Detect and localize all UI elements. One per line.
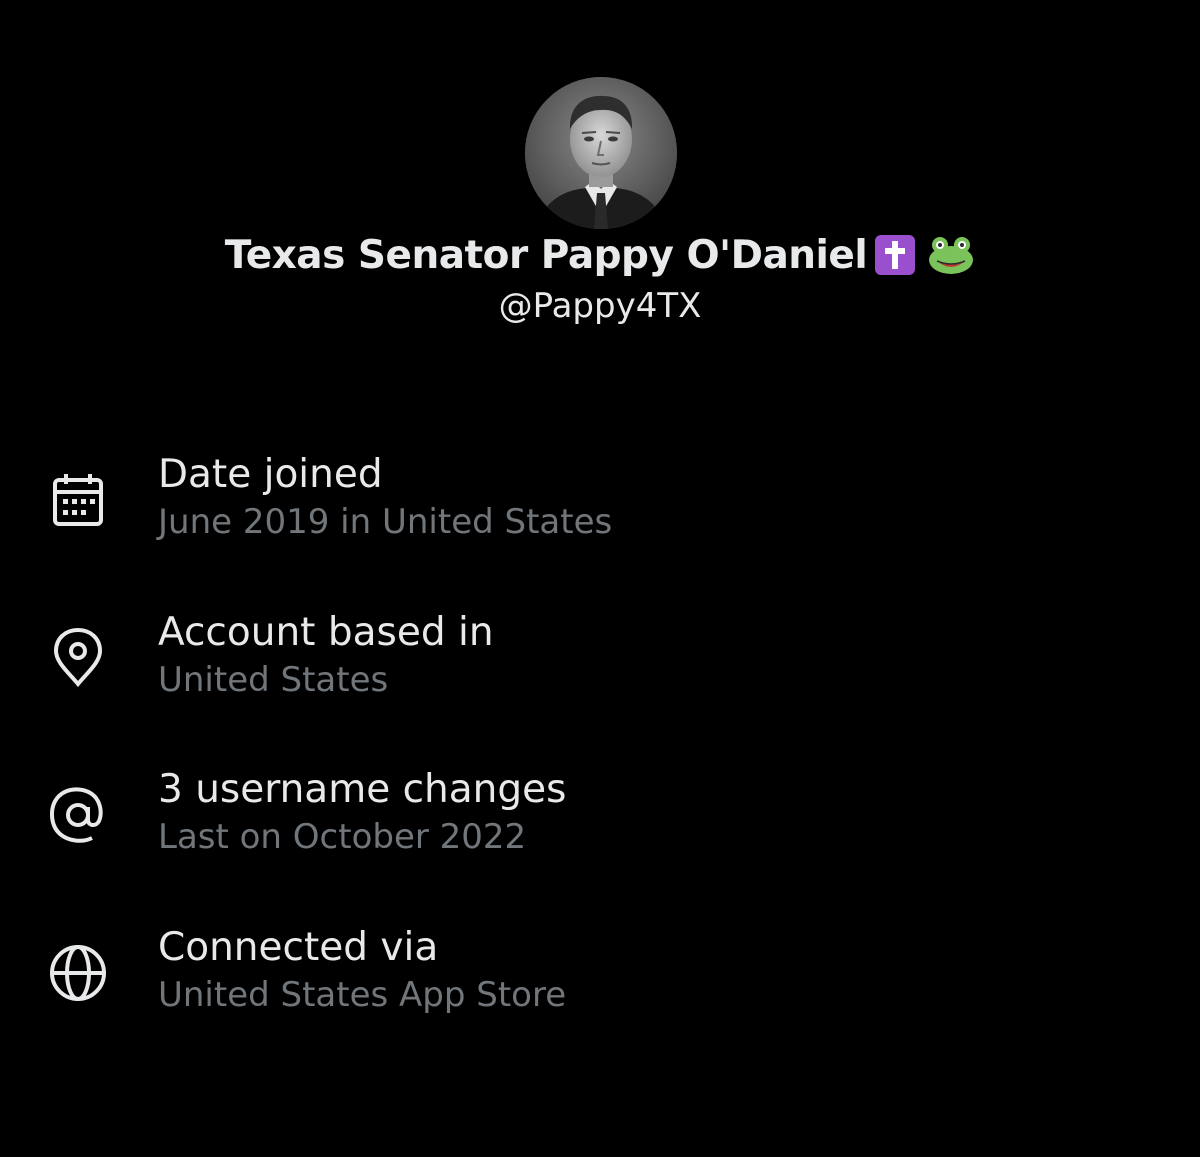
about-row-label: Account based in xyxy=(158,610,494,655)
at-sign-icon xyxy=(46,783,110,847)
calendar-icon xyxy=(46,468,110,532)
about-row-username-changes: 3 username changes Last on October 2022 xyxy=(0,764,1200,884)
about-row-value: Last on October 2022 xyxy=(158,817,527,857)
about-row-connected-via: Connected via United States App Store xyxy=(0,922,1200,1042)
frog-face-emoji-icon xyxy=(927,235,975,275)
profile-avatar[interactable] xyxy=(525,77,677,229)
profile-handle: @Pappy4TX xyxy=(498,286,702,326)
globe-icon xyxy=(46,941,110,1005)
profile-display-name-row: Texas Senator Pappy O'Daniel xyxy=(0,230,1200,282)
about-row-label: Connected via xyxy=(158,925,439,970)
about-row-label: Date joined xyxy=(158,452,383,497)
location-pin-icon xyxy=(46,626,110,690)
avatar-portrait-image xyxy=(525,77,677,229)
about-row-value: United States xyxy=(158,660,389,700)
about-row-date-joined: Date joined June 2019 in United States xyxy=(0,449,1200,569)
profile-display-name: Texas Senator Pappy O'Daniel xyxy=(224,233,868,278)
latin-cross-emoji-icon xyxy=(873,235,921,275)
about-row-value: June 2019 in United States xyxy=(158,502,613,542)
about-row-account-based-in: Account based in United States xyxy=(0,607,1200,727)
about-row-label: 3 username changes xyxy=(158,767,567,812)
about-row-value: United States App Store xyxy=(158,975,567,1015)
